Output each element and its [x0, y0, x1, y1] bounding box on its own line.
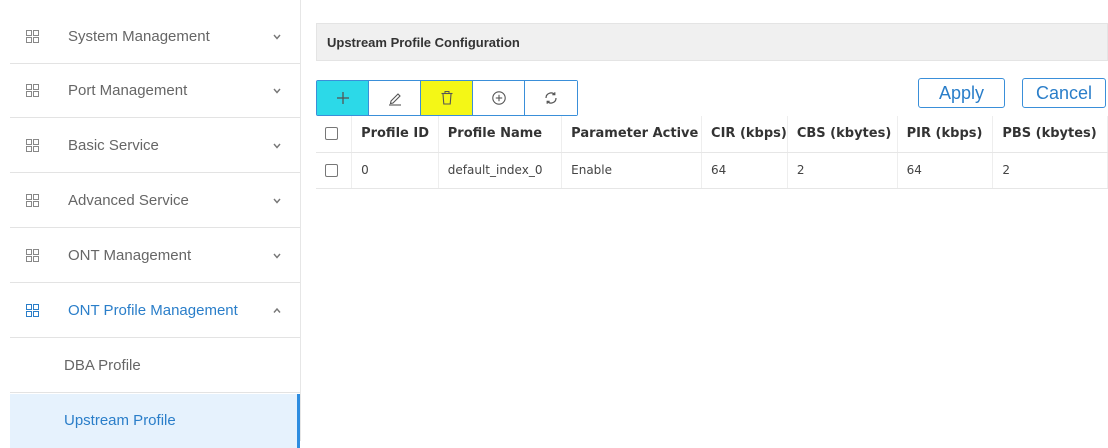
page-title: Upstream Profile Configuration — [327, 35, 520, 50]
sidebar-item-port-management[interactable]: Port Management — [10, 64, 300, 118]
column-header[interactable]: Parameter Active — [561, 116, 703, 153]
chevron-up-icon — [273, 307, 281, 313]
grid-icon — [26, 304, 39, 317]
refresh-icon — [545, 92, 557, 104]
column-header[interactable]: PBS (kbytes) — [992, 116, 1108, 153]
table-cell: 2 — [992, 152, 1108, 189]
pencil-icon — [389, 93, 401, 106]
table-cell: 2 — [787, 152, 898, 189]
table-header-row: Profile ID Profile Name Parameter Active… — [316, 116, 1108, 153]
table-cell: default_index_0 — [438, 152, 563, 189]
table-row[interactable]: 0 default_index_0 Enable 64 2 64 2 — [316, 152, 1108, 189]
sidebar-subitem-label: DBA Profile — [64, 357, 141, 374]
table-cell: 64 — [701, 152, 788, 189]
sidebar-item-label: ONT Management — [68, 247, 192, 264]
column-header[interactable]: Profile Name — [438, 116, 563, 153]
plus-circle-icon — [492, 91, 506, 105]
sidebar-item-label: Port Management — [68, 82, 188, 99]
chevron-down-icon — [273, 198, 281, 204]
sidebar-item-label: System Management — [68, 28, 210, 45]
trash-icon — [441, 91, 453, 105]
sidebar-item-basic-service[interactable]: Basic Service — [10, 119, 300, 173]
sidebar-item-advanced-service[interactable]: Advanced Service — [10, 174, 300, 228]
cancel-button[interactable]: Cancel — [1022, 78, 1106, 108]
sidebar-item-system-management[interactable]: System Management — [10, 10, 300, 64]
sidebar-item-label: ONT Profile Management — [68, 302, 238, 319]
chevron-down-icon — [273, 253, 281, 259]
sidebar-subitem-dba-profile[interactable]: DBA Profile — [10, 339, 300, 393]
column-header[interactable]: Profile ID — [351, 116, 439, 153]
sidebar-item-ont-profile-management[interactable]: ONT Profile Management — [10, 284, 300, 338]
column-header[interactable]: PIR (kbps) — [897, 116, 994, 153]
delete-button[interactable] — [421, 81, 473, 115]
sidebar-item-label: Advanced Service — [68, 192, 189, 209]
add-circle-button[interactable] — [473, 81, 525, 115]
grid-icon — [26, 139, 39, 152]
row-select-cell — [316, 152, 353, 189]
chevron-down-icon — [273, 143, 281, 149]
profile-table: Profile ID Profile Name Parameter Active… — [316, 116, 1108, 189]
sidebar-item-ont-management[interactable]: ONT Management — [10, 229, 300, 283]
add-button[interactable] — [317, 81, 369, 115]
sidebar-subitem-upstream-profile[interactable]: Upstream Profile — [10, 394, 300, 448]
apply-button[interactable]: Apply — [918, 78, 1005, 108]
plus-icon — [337, 92, 349, 104]
chevron-down-icon — [273, 88, 281, 94]
column-header[interactable]: CIR (kbps) — [701, 116, 788, 153]
select-all-checkbox[interactable] — [325, 127, 338, 141]
select-all-cell — [316, 116, 353, 153]
sidebar-item-label: Basic Service — [68, 137, 159, 154]
grid-icon — [26, 194, 39, 207]
sidebar-subitem-label: Upstream Profile — [64, 412, 176, 429]
refresh-button[interactable] — [525, 81, 577, 115]
grid-icon — [26, 30, 39, 43]
grid-icon — [26, 249, 39, 262]
table-toolbar — [316, 80, 578, 116]
table-cell: Enable — [561, 152, 703, 189]
panel-header: Upstream Profile Configuration — [316, 23, 1108, 61]
table-cell: 64 — [897, 152, 994, 189]
edit-button[interactable] — [369, 81, 421, 115]
grid-icon — [26, 84, 39, 97]
table-cell: 0 — [351, 152, 439, 189]
row-checkbox[interactable] — [325, 164, 338, 177]
column-header[interactable]: CBS (kbytes) — [787, 116, 898, 153]
chevron-down-icon — [273, 34, 281, 40]
sidebar-nav: System Management Port Management Basic … — [0, 0, 301, 448]
